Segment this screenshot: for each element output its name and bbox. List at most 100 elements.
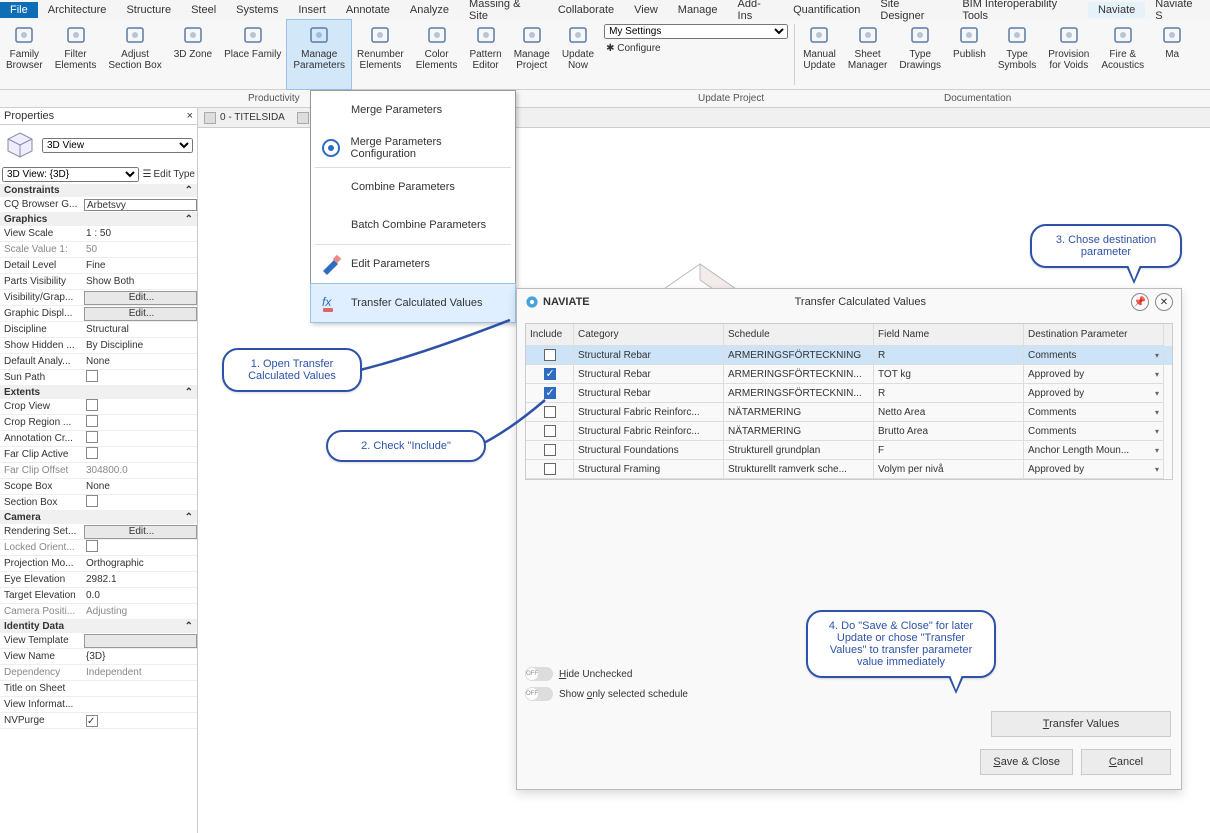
checkbox[interactable]: ✓ xyxy=(86,715,98,727)
ribbon-pattern-editor[interactable]: PatternEditor xyxy=(463,20,507,89)
grid-row[interactable]: Structural FoundationsStrukturell grundp… xyxy=(526,441,1172,460)
include-checkbox[interactable] xyxy=(544,387,556,399)
ribbon--d-zone[interactable]: 3D Zone xyxy=(168,20,218,89)
ribbon-manage-parameters[interactable]: ManageParameters xyxy=(287,20,351,89)
menu-tab-analyze[interactable]: Analyze xyxy=(400,2,459,18)
prop-row[interactable]: Parts VisibilityShow Both xyxy=(0,274,197,290)
prop-row[interactable]: Visibility/Grap...Edit... xyxy=(0,290,197,306)
prop-row[interactable]: Scale Value 1:50 xyxy=(0,242,197,258)
ribbon-publish[interactable]: Publish xyxy=(947,20,992,89)
ribbon-type-drawings[interactable]: TypeDrawings xyxy=(893,20,947,89)
menu-tab-quantification[interactable]: Quantification xyxy=(783,2,870,18)
prop-row[interactable]: Rendering Set...Edit... xyxy=(0,524,197,540)
doc-tab[interactable]: 0 - TITELSIDA xyxy=(204,112,285,124)
edit-button[interactable]: Edit... xyxy=(84,307,197,321)
dropdown-item-transfer-calculated-values[interactable]: fxTransfer Calculated Values xyxy=(311,284,515,322)
prop-group-graphics[interactable]: Graphics⌃ xyxy=(0,213,197,226)
ribbon-filter-elements[interactable]: FilterElements xyxy=(49,20,103,89)
prop-row[interactable]: Annotation Cr... xyxy=(0,431,197,447)
ribbon-adjust-section-box[interactable]: AdjustSection Box xyxy=(102,20,167,89)
menu-tab-insert[interactable]: Insert xyxy=(288,2,336,18)
prop-row[interactable]: CQ Browser G...Arbetsvy xyxy=(0,197,197,213)
menu-tab-architecture[interactable]: Architecture xyxy=(38,2,117,18)
prop-row[interactable]: DependencyIndependent xyxy=(0,665,197,681)
edit-button[interactable]: Edit... xyxy=(84,291,197,305)
dialog-close-button[interactable]: ✕ xyxy=(1155,293,1173,311)
show-only-toggle[interactable]: OFF Show only selected schedule xyxy=(525,687,1173,701)
ribbon-family-browser[interactable]: FamilyBrowser xyxy=(0,20,49,89)
checkbox[interactable] xyxy=(86,370,98,382)
prop-row[interactable]: Graphic Displ...Edit... xyxy=(0,306,197,322)
cancel-button[interactable]: Cancel xyxy=(1081,749,1171,775)
ribbon-ma[interactable]: Ma xyxy=(1150,20,1194,89)
dropdown-item-batch-combine-parameters[interactable]: Batch Combine Parameters xyxy=(311,206,515,244)
menu-tab-systems[interactable]: Systems xyxy=(226,2,288,18)
prop-row[interactable]: View Template xyxy=(0,633,197,649)
type-selector[interactable]: 3D View xyxy=(42,138,193,153)
prop-group-identity-data[interactable]: Identity Data⌃ xyxy=(0,620,197,633)
prop-row[interactable]: Default Analy...None xyxy=(0,354,197,370)
checkbox[interactable] xyxy=(86,399,98,411)
view-selector[interactable]: 3D View: {3D} xyxy=(2,167,139,182)
checkbox[interactable] xyxy=(86,540,98,552)
transfer-values-button[interactable]: Transfer Values xyxy=(991,711,1171,737)
menu-tab-manage[interactable]: Manage xyxy=(668,2,728,18)
checkbox[interactable] xyxy=(86,447,98,459)
ribbon-manual-update[interactable]: ManualUpdate xyxy=(797,20,842,89)
prop-row[interactable]: Far Clip Offset304800.0 xyxy=(0,463,197,479)
cell-destination[interactable]: Approved by▾ xyxy=(1024,365,1164,384)
ribbon-place-family[interactable]: Place Family xyxy=(218,20,287,89)
cell-destination[interactable]: Anchor Length Moun...▾ xyxy=(1024,441,1164,460)
ribbon-manage-project[interactable]: ManageProject xyxy=(508,20,556,89)
save-close-button[interactable]: Save & Close xyxy=(980,749,1073,775)
close-icon[interactable]: × xyxy=(187,110,193,122)
menu-tab-steel[interactable]: Steel xyxy=(181,2,226,18)
grid-row[interactable]: Structural FramingStrukturellt ramverk s… xyxy=(526,460,1172,479)
prop-row[interactable]: View Name{3D} xyxy=(0,649,197,665)
grid-row[interactable]: Structural Fabric Reinforc...NÄTARMERING… xyxy=(526,422,1172,441)
prop-row[interactable]: Crop Region ... xyxy=(0,415,197,431)
edit-button[interactable]: Edit... xyxy=(84,525,197,539)
grid-row[interactable]: Structural RebarARMERINGSFÖRTECKNIN...RA… xyxy=(526,384,1172,403)
include-checkbox[interactable] xyxy=(544,425,556,437)
ribbon-type-symbols[interactable]: TypeSymbols xyxy=(992,20,1042,89)
prop-row[interactable]: Eye Elevation2982.1 xyxy=(0,572,197,588)
include-checkbox[interactable] xyxy=(544,444,556,456)
ribbon-provision-for-voids[interactable]: Provisionfor Voids xyxy=(1042,20,1095,89)
dropdown-item-edit-parameters[interactable]: Edit Parameters xyxy=(311,245,515,283)
prop-row[interactable]: Projection Mo...Orthographic xyxy=(0,556,197,572)
menu-tab-view[interactable]: View xyxy=(624,2,668,18)
grid-row[interactable]: Structural Fabric Reinforc...NÄTARMERING… xyxy=(526,403,1172,422)
checkbox[interactable] xyxy=(86,431,98,443)
dropdown-item-merge-parameters[interactable]: Merge Parameters xyxy=(311,91,515,129)
grid-row[interactable]: Structural RebarARMERINGSFÖRTECKNINGRCom… xyxy=(526,346,1172,365)
cell-destination[interactable]: Comments▾ xyxy=(1024,346,1164,365)
ribbon-color-elements[interactable]: ColorElements xyxy=(410,20,464,89)
include-checkbox[interactable] xyxy=(544,406,556,418)
checkbox[interactable] xyxy=(86,495,98,507)
prop-row[interactable]: Show Hidden ...By Discipline xyxy=(0,338,197,354)
prop-row[interactable]: Detail LevelFine xyxy=(0,258,197,274)
prop-row[interactable]: Sun Path xyxy=(0,370,197,386)
include-checkbox[interactable] xyxy=(544,368,556,380)
ribbon-renumber-elements[interactable]: RenumberElements xyxy=(351,20,410,89)
menu-tab-structure[interactable]: Structure xyxy=(116,2,181,18)
settings-select[interactable]: My Settings xyxy=(604,24,788,39)
edit-type-button[interactable]: ☰Edit Type xyxy=(143,169,195,180)
menu-tab-file[interactable]: File xyxy=(0,2,38,18)
prop-row[interactable]: Scope BoxNone xyxy=(0,479,197,495)
prop-row[interactable]: NVPurge✓ xyxy=(0,713,197,729)
checkbox[interactable] xyxy=(86,415,98,427)
menu-tab-annotate[interactable]: Annotate xyxy=(336,2,400,18)
prop-group-constraints[interactable]: Constraints⌃ xyxy=(0,184,197,197)
configure-button[interactable]: ✱ Configure xyxy=(604,41,788,56)
prop-row[interactable]: Crop View xyxy=(0,399,197,415)
cell-destination[interactable]: Approved by▾ xyxy=(1024,384,1164,403)
prop-row[interactable]: Section Box xyxy=(0,495,197,511)
prop-row[interactable]: DisciplineStructural xyxy=(0,322,197,338)
prop-group-extents[interactable]: Extents⌃ xyxy=(0,386,197,399)
ribbon-update-now[interactable]: UpdateNow xyxy=(556,20,600,89)
cell-destination[interactable]: Comments▾ xyxy=(1024,422,1164,441)
dropdown-item-merge-parameters-configuration[interactable]: Merge Parameters Configuration xyxy=(311,129,515,167)
include-checkbox[interactable] xyxy=(544,349,556,361)
